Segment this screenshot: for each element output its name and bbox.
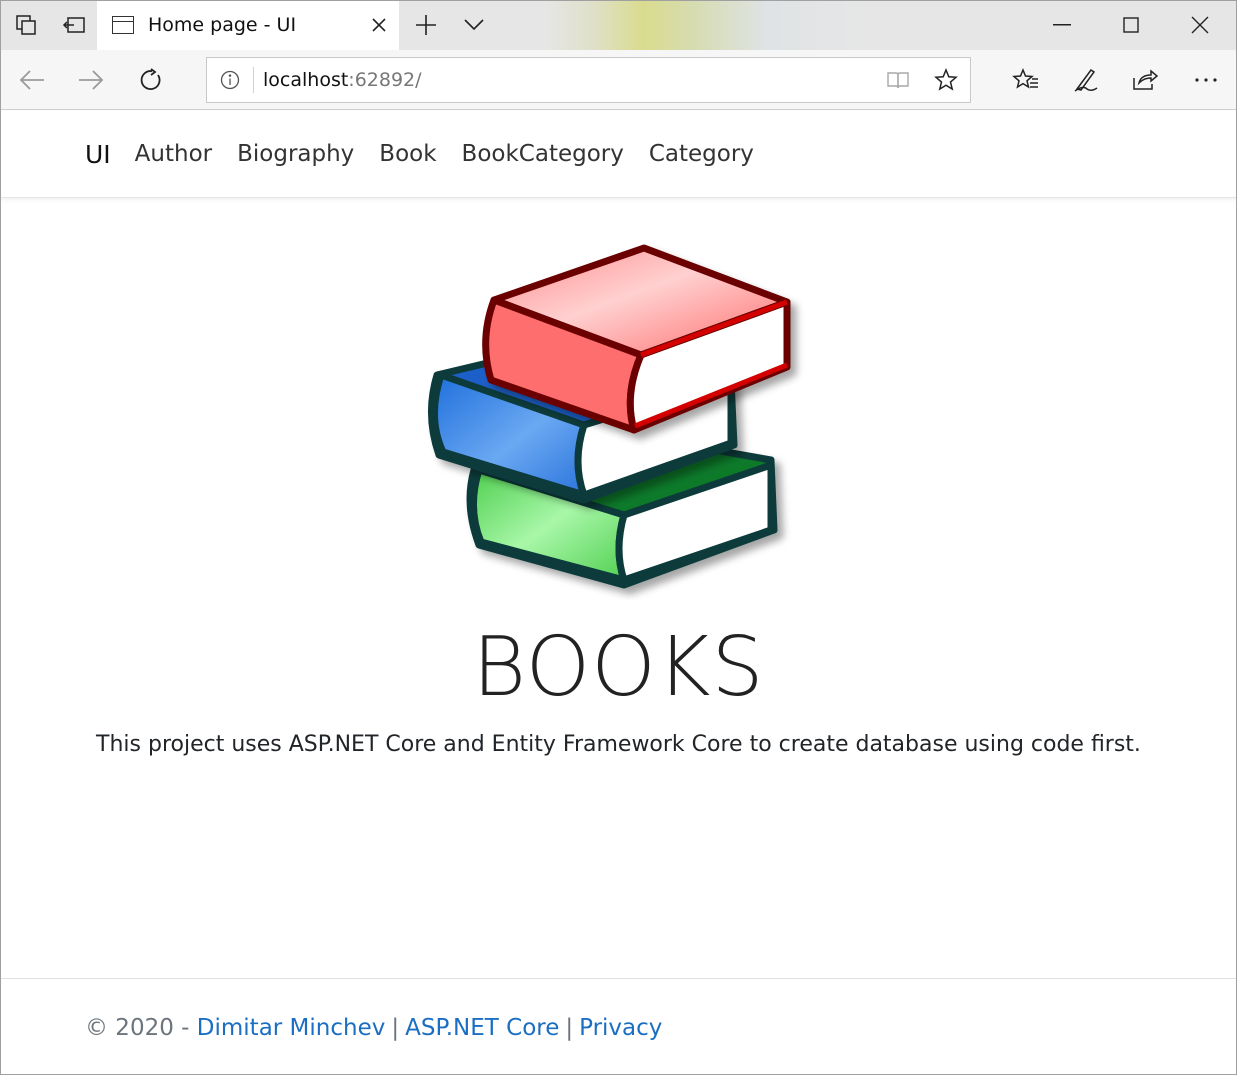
footer-text: © 2020 - Dimitar Minchev | ASP.NET Core | Pr…: [85, 1015, 662, 1041]
nav-link-author[interactable]: Author: [135, 141, 212, 167]
privacy-link[interactable]: Privacy: [579, 1015, 662, 1041]
hero-image-wrap: [0, 230, 1237, 600]
footer-separator: |: [391, 1015, 400, 1041]
set-tabs-aside-icon[interactable]: [50, 0, 98, 50]
address-bar[interactable]: localhost:62892/: [206, 57, 971, 103]
address-divider: [253, 67, 254, 93]
more-options-icon[interactable]: [1178, 50, 1234, 110]
books-stack-illustration: [427, 244, 790, 589]
back-arrow-icon[interactable]: [4, 50, 60, 110]
url-text[interactable]: localhost:62892/: [263, 69, 874, 91]
maximize-icon[interactable]: [1097, 0, 1165, 50]
forward-arrow-icon[interactable]: [63, 50, 119, 110]
site-info-icon[interactable]: [207, 58, 253, 102]
page-icon: [112, 16, 134, 34]
pen-notes-icon[interactable]: [1058, 50, 1114, 110]
nav-link-biography[interactable]: Biography: [237, 141, 354, 167]
page-description: This project uses ASP.NET Core and Entit…: [96, 732, 1141, 757]
favorites-hub-icon[interactable]: [998, 50, 1054, 110]
tab-preview-chevron-icon[interactable]: [450, 0, 498, 50]
tab-actions-icon[interactable]: [2, 0, 50, 50]
url-host: localhost: [263, 69, 349, 91]
site-footer: © 2020 - Dimitar Minchev | ASP.NET Core | Pr…: [0, 978, 1237, 1075]
nav-link-category[interactable]: Category: [649, 141, 754, 167]
nav-link-bookcategory[interactable]: BookCategory: [462, 141, 624, 167]
page-title: BOOKS: [472, 620, 765, 715]
minimize-icon[interactable]: [1028, 0, 1096, 50]
tab-title: Home page - UI: [148, 14, 297, 36]
site-navbar: UI Author Biography Book BookCategory Ca…: [0, 111, 1237, 198]
main-nav: Author Biography Book BookCategory Categ…: [135, 141, 779, 167]
copyright-text: © 2020 -: [85, 1015, 190, 1041]
refresh-icon[interactable]: [123, 50, 179, 110]
browser-titlebar: Home page - UI: [0, 0, 1237, 50]
reading-view-icon[interactable]: [874, 58, 922, 102]
browser-toolbar: localhost:62892/: [0, 50, 1237, 110]
brand-link[interactable]: UI: [85, 140, 111, 169]
url-port: :62892/: [348, 69, 422, 91]
footer-separator: |: [565, 1015, 574, 1041]
author-link[interactable]: Dimitar Minchev: [197, 1015, 386, 1041]
browser-tab[interactable]: Home page - UI: [97, 0, 399, 50]
close-window-icon[interactable]: [1166, 0, 1234, 50]
close-tab-icon[interactable]: [359, 0, 399, 50]
share-icon[interactable]: [1117, 50, 1173, 110]
new-tab-icon[interactable]: [402, 0, 450, 50]
favorite-star-icon[interactable]: [922, 58, 970, 102]
aspnet-core-link[interactable]: ASP.NET Core: [405, 1015, 559, 1041]
nav-link-book[interactable]: Book: [379, 141, 436, 167]
